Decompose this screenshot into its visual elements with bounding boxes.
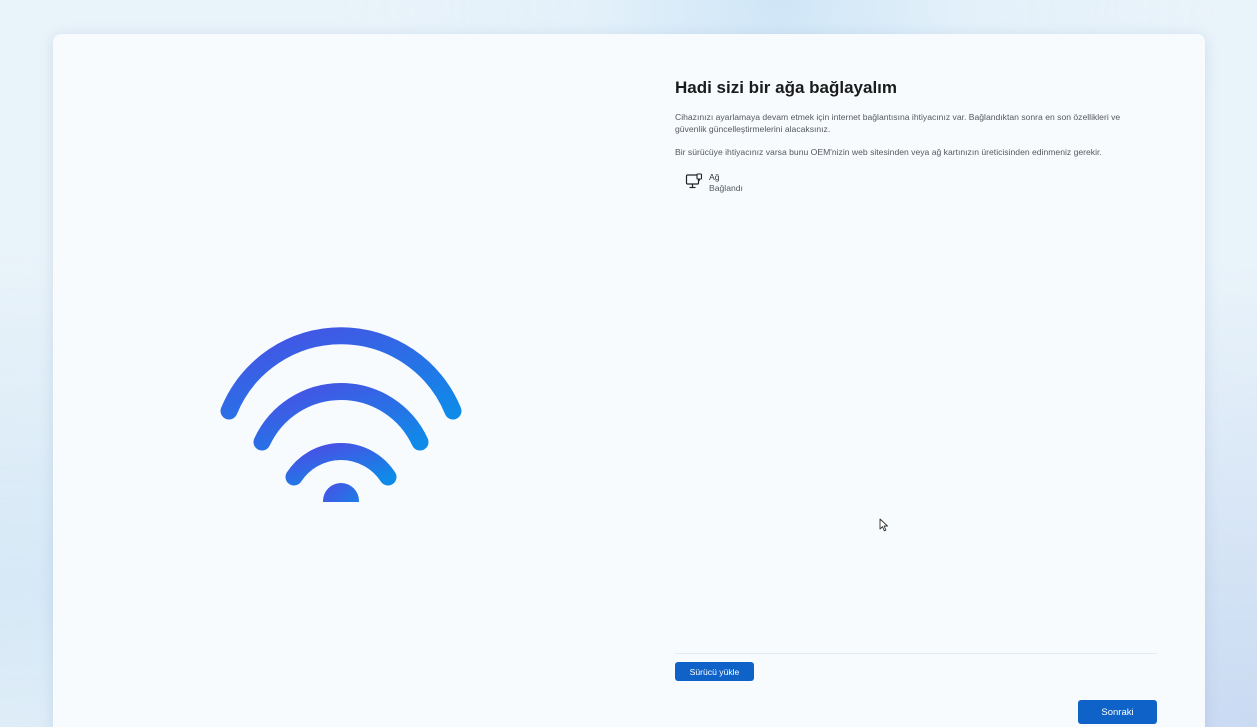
wired-network-icon bbox=[685, 173, 703, 191]
page-title: Hadi sizi bir ağa bağlayalım bbox=[675, 78, 898, 97]
driver-hint-text: Bir sürücüye ihtiyacınız varsa bunu OEM'… bbox=[675, 147, 1102, 157]
network-name: Ağ bbox=[709, 172, 720, 182]
wifi-icon bbox=[213, 302, 469, 519]
network-status: Bağlandı bbox=[709, 183, 743, 193]
network-list-item[interactable]: Ağ Bağlandı bbox=[685, 172, 743, 194]
mouse-pointer-icon bbox=[879, 518, 889, 532]
description-text: Cihazınızı ayarlamaya devam etmek için i… bbox=[675, 112, 1121, 134]
install-driver-button[interactable]: Sürücü yükle bbox=[675, 662, 754, 681]
content-panel: Hadi sizi bir ağa bağlayalım Cihazınızı … bbox=[675, 34, 1157, 727]
next-button[interactable]: Sonraki bbox=[1078, 700, 1157, 724]
divider bbox=[675, 653, 1157, 654]
setup-card: Hadi sizi bir ağa bağlayalım Cihazınızı … bbox=[53, 34, 1205, 727]
